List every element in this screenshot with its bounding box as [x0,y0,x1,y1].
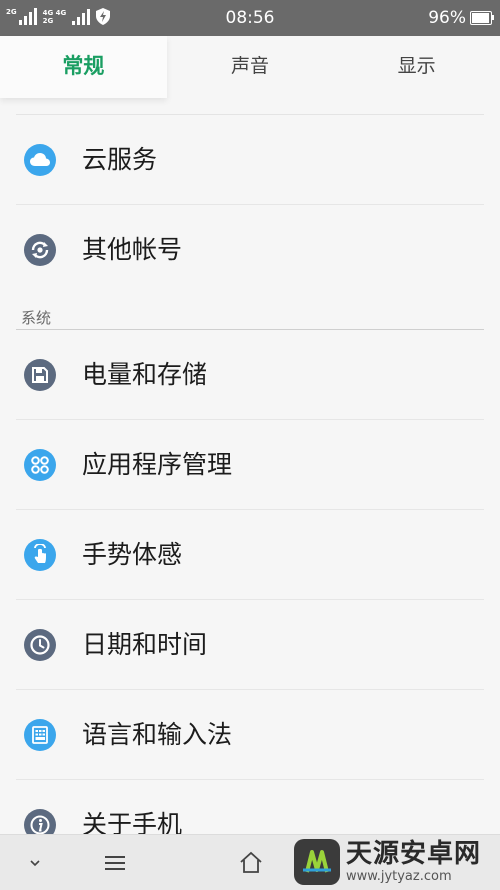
section-header-system: 系统 [21,309,52,327]
battery-icon [470,11,494,25]
menu-button[interactable] [80,835,150,890]
settings-item-label: 语言和输入法 [82,720,233,749]
keyboard-icon [24,719,56,751]
watermark-url: www.jytyaz.com [346,868,452,884]
settings-item-label: 关于手机 [82,810,183,834]
settings-item-other-accounts[interactable]: 其他帐号 [0,205,500,295]
settings-item-about-phone[interactable]: 关于手机 [0,780,500,834]
settings-item-date-time[interactable]: 日期和时间 [0,600,500,690]
settings-list: 云服务 其他帐号 系统 电量和存储 应用程序管理 手势体感 日期和时间 语言和输… [0,98,500,834]
menu-icon [105,855,125,870]
chevron-down-icon [30,859,40,866]
battery-percent: 96% [428,8,466,28]
settings-item-gestures[interactable]: 手势体感 [0,510,500,600]
settings-item-battery-storage[interactable]: 电量和存储 [0,330,500,420]
gesture-hand-icon [24,539,56,571]
cloud-icon [24,144,56,176]
save-disk-icon [24,359,56,391]
settings-item-label: 日期和时间 [82,630,208,659]
tab-general[interactable]: 常规 [0,36,167,98]
settings-tabs: 常规 声音 显示 [0,36,500,98]
android-logo-icon [294,838,340,885]
status-bar: 2G 4G 4G 2G 08:56 96% [0,0,500,36]
info-icon [24,809,56,834]
settings-item-label: 应用程序管理 [82,450,233,479]
apps-grid-icon [24,449,56,481]
settings-item-label: 电量和存储 [82,360,208,389]
settings-item-language-input[interactable]: 语言和输入法 [0,690,500,780]
home-button[interactable] [216,835,286,890]
clock-time: 08:56 [225,8,275,28]
watermark-title: 天源安卓网 [346,838,482,869]
clock-icon [24,629,56,661]
settings-item-app-management[interactable]: 应用程序管理 [0,420,500,510]
battery-status: 96% [428,8,494,28]
settings-item-label: 其他帐号 [82,235,183,264]
settings-item-label: 云服务 [82,145,158,174]
watermark: 天源安卓网 www.jytyaz.com [294,834,494,889]
account-sync-icon [24,234,56,266]
tab-display[interactable]: 显示 [333,36,500,98]
hide-nav-button[interactable] [0,835,70,890]
tab-sound[interactable]: 声音 [167,36,334,98]
settings-item-label: 手势体感 [82,540,183,569]
settings-item-cloud-service[interactable]: 云服务 [0,115,500,205]
home-icon [240,851,262,873]
